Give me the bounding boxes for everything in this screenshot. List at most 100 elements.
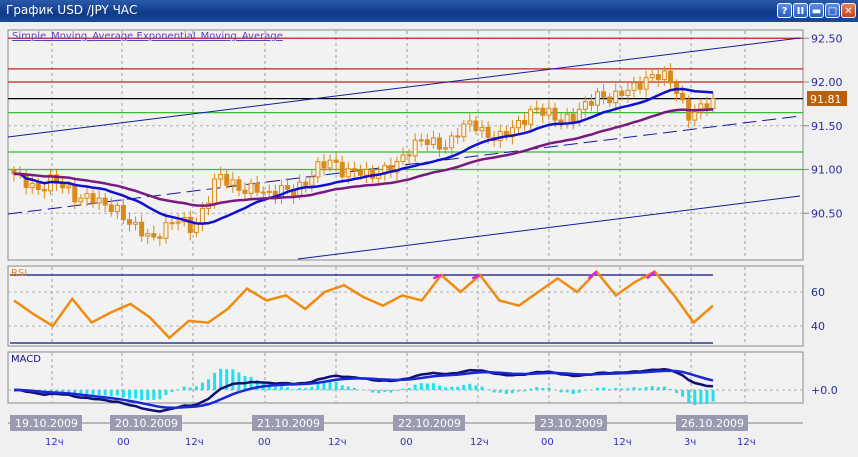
candle-body [254, 182, 260, 193]
candle-body [151, 233, 157, 238]
candle-body [515, 120, 521, 129]
candle-body [66, 185, 72, 189]
candle-body [266, 190, 272, 193]
price-axis-label: 92.50 [811, 32, 843, 45]
date-label: 22.10.2009 [398, 417, 461, 430]
candle-body [406, 154, 412, 157]
candle-body [169, 222, 175, 225]
candle-body [412, 139, 418, 157]
hour-label: 12ч [737, 437, 756, 448]
candle-body [430, 137, 436, 145]
candle-body [436, 137, 442, 150]
date-label: 19.10.2009 [15, 417, 78, 430]
candle-body [120, 204, 126, 221]
hour-label: 00 [400, 437, 413, 448]
candle-body [327, 159, 333, 169]
price-axis-label: 92.00 [811, 76, 843, 89]
rsi-axis-label: 40 [811, 320, 825, 333]
date-label: 20.10.2009 [115, 417, 178, 430]
candle-body [655, 74, 661, 81]
candle-body [96, 197, 102, 204]
candle-body [139, 221, 145, 237]
candle-body [528, 108, 534, 125]
candle-body [467, 120, 473, 125]
candle-body [84, 193, 90, 199]
candle-body [333, 159, 339, 163]
hour-label: 12ч [185, 437, 204, 448]
candle-body [704, 103, 710, 109]
candle-body [303, 181, 309, 186]
candle-body [637, 82, 643, 90]
hour-label: 3ч [684, 437, 696, 448]
candle-body [339, 161, 345, 178]
candle-body [449, 135, 455, 149]
macd-label: MACD [11, 354, 41, 365]
candle-body [321, 161, 327, 169]
candle-body [187, 217, 193, 234]
candle-body [242, 189, 248, 194]
chart-window: График USD /JPY ЧАС ? II ▬ □ ✕ 92.50 92.0… [0, 0, 858, 457]
date-label: 23.10.2009 [540, 417, 603, 430]
price-axis-label: 90.50 [811, 207, 843, 220]
candle-body [357, 169, 363, 176]
candle-body [212, 178, 218, 204]
candle-body [582, 101, 588, 110]
candle-body [576, 108, 582, 123]
candle-body [680, 92, 686, 101]
hour-label: 12ч [328, 437, 347, 448]
current-price-label: 91.81 [810, 93, 842, 106]
candle-body [570, 113, 576, 123]
candle-body [364, 168, 370, 176]
candle-body [564, 113, 570, 124]
candle-body [157, 236, 163, 239]
candle-body [126, 219, 132, 225]
candle-body [370, 168, 376, 179]
candle-body [667, 70, 673, 84]
candle-body [175, 221, 181, 224]
candle-body [309, 176, 315, 186]
hour-label: 12ч [45, 437, 64, 448]
candle-body [461, 123, 467, 138]
candle-body [35, 182, 41, 190]
candle-body [108, 204, 114, 212]
price-axis-label: 91.00 [811, 164, 843, 177]
candle-body [607, 96, 613, 104]
candle-body [230, 179, 236, 186]
candle-body [625, 89, 631, 97]
candle-body [193, 223, 199, 234]
candle-body [400, 154, 406, 162]
candle-body [424, 139, 430, 145]
hour-label: 12ч [613, 437, 632, 448]
candle-body [455, 135, 461, 138]
candle-body [522, 120, 528, 125]
candle-body [534, 107, 540, 110]
candle-body [224, 173, 230, 186]
candle-body [540, 107, 546, 116]
candle-body [649, 74, 655, 79]
candle-body [643, 77, 649, 90]
candle-body [710, 98, 716, 109]
chart-canvas[interactable]: 92.50 92.00 91.50 91.00 90.50 Simple_Moving_A… [0, 0, 858, 457]
candle-body [248, 182, 254, 194]
rsi-axis-label: 60 [811, 286, 825, 299]
candle-body [133, 221, 139, 225]
candle-body [41, 188, 47, 192]
candle-body [613, 90, 619, 104]
candle-body [351, 168, 357, 171]
candle-body [588, 101, 594, 106]
candle-body [114, 204, 120, 212]
candle-body [78, 197, 84, 203]
candle-body [601, 91, 607, 98]
indicator-legend: Simple_Moving_Average Exponential_Moving… [12, 31, 283, 42]
candle-body [595, 91, 601, 106]
candle-body [418, 139, 424, 142]
candle-body [90, 193, 96, 204]
candle-body [163, 222, 169, 239]
candle-body [315, 161, 321, 178]
candle-body [485, 126, 491, 139]
hour-label: 00 [117, 437, 130, 448]
candle-body [631, 82, 637, 91]
hour-label: 00 [541, 437, 554, 448]
candle-body [72, 185, 78, 203]
date-label: 26.10.2009 [681, 417, 744, 430]
